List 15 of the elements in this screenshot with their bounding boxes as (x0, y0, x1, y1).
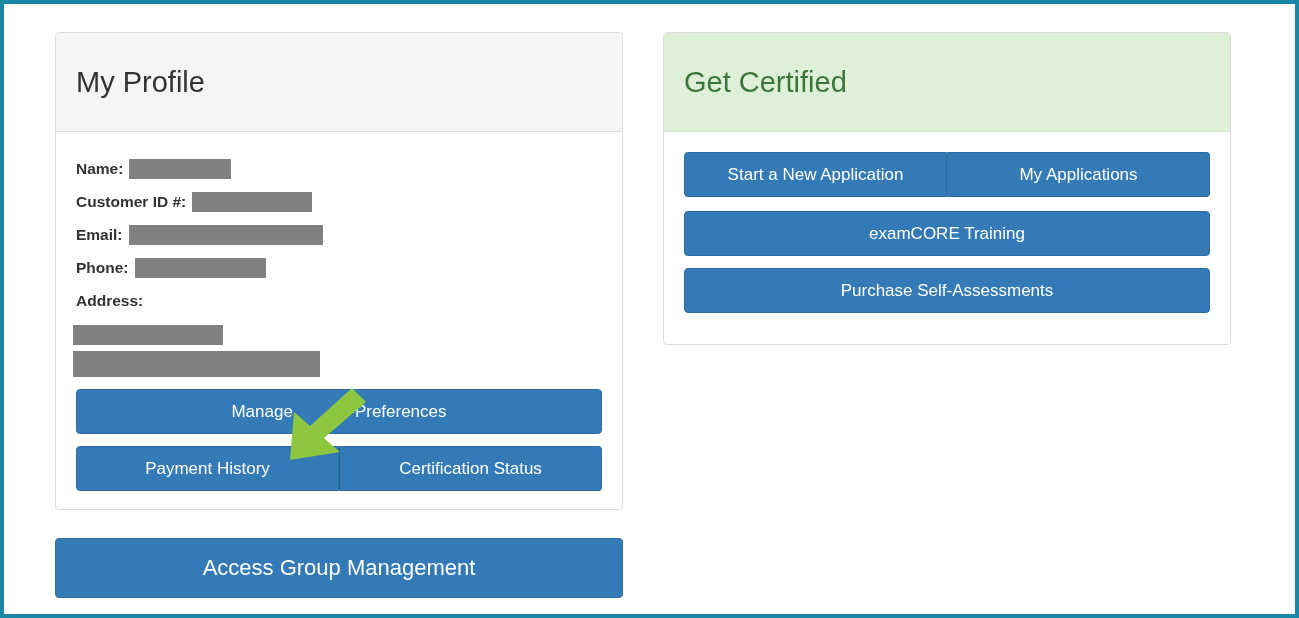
application-button[interactable]: Start a New Application (684, 152, 947, 197)
field-label: Email: (76, 225, 123, 244)
action-button[interactable]: Purchase Self-Assessments (684, 268, 1210, 313)
manage-preferences-button[interactable]: Manage Preferences (76, 389, 602, 434)
field-label: Phone: (76, 258, 129, 277)
field-label: Customer ID #: (76, 192, 187, 211)
field-label: Address: (76, 291, 144, 310)
field-label: Name: (76, 159, 124, 178)
profile-button[interactable]: Certification Status (339, 446, 602, 491)
profile-button[interactable]: Payment History (76, 446, 339, 491)
panel-title: Get Certified (684, 65, 847, 99)
panel-title: My Profile (76, 65, 205, 99)
action-button[interactable]: examCORE Training (684, 211, 1210, 256)
group-management-button[interactable]: Access Group Management (55, 538, 623, 598)
application-button[interactable]: My Applications (947, 152, 1210, 197)
